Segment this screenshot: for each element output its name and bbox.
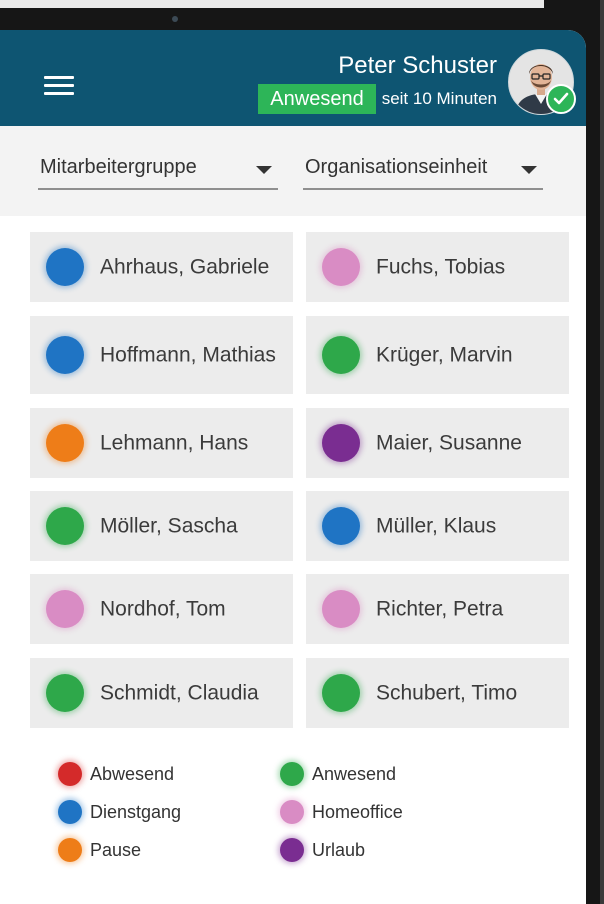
- employee-card[interactable]: Schmidt, Claudia: [30, 658, 293, 728]
- legend-item: Urlaub: [280, 837, 365, 863]
- employee-name: Schubert, Timo: [376, 681, 518, 705]
- employee-card[interactable]: Richter, Petra: [306, 574, 569, 644]
- legend-label: Dienstgang: [90, 801, 182, 822]
- legend-label: Anwesend: [312, 763, 397, 784]
- org-unit-label: Organisationseinheit: [305, 156, 488, 178]
- employee-name: Maier, Susanne: [376, 431, 522, 455]
- legend-dot: [58, 838, 82, 862]
- employee-card[interactable]: Schubert, Timo: [306, 658, 569, 728]
- legend-dot: [280, 838, 304, 862]
- employee-card[interactable]: Ahrhaus, Gabriele: [30, 232, 293, 302]
- legend-dot: [58, 800, 82, 824]
- status-dot: [46, 336, 84, 374]
- employee-name: Hoffmann, Mathias: [100, 343, 276, 367]
- status-dot: [46, 590, 84, 628]
- legend-item: Pause: [58, 837, 141, 863]
- employee-card[interactable]: Krüger, Marvin: [306, 316, 569, 394]
- app-screen: Peter Schuster Anwesend seit 10 Minuten: [0, 30, 586, 904]
- employee-name: Schmidt, Claudia: [100, 681, 259, 705]
- legend-item: Abwesend: [58, 761, 174, 787]
- employee-card[interactable]: Fuchs, Tobias: [306, 232, 569, 302]
- legend-dot: [280, 762, 304, 786]
- employee-card[interactable]: Nordhof, Tom: [30, 574, 293, 644]
- employee-name: Nordhof, Tom: [100, 597, 226, 621]
- legend-label: Abwesend: [90, 763, 175, 784]
- employee-card[interactable]: Hoffmann, Mathias: [30, 316, 293, 394]
- legend-dot: [280, 800, 304, 824]
- employee-name: Fuchs, Tobias: [376, 255, 506, 279]
- filter-bar: Mitarbeitergruppe Organisationseinheit: [0, 126, 586, 216]
- status-dot: [322, 424, 360, 462]
- employee-card[interactable]: Maier, Susanne: [306, 408, 569, 478]
- legend-item: Dienstgang: [58, 799, 181, 825]
- user-status: Anwesend seit 10 Minuten: [258, 84, 497, 114]
- device-bezel-side: [586, 0, 604, 904]
- status-dot: [46, 424, 84, 462]
- employee-card[interactable]: Lehmann, Hans: [30, 408, 293, 478]
- legend-label: Homeoffice: [312, 801, 403, 822]
- employee-name: Ahrhaus, Gabriele: [100, 255, 270, 279]
- app-header: Peter Schuster Anwesend seit 10 Minuten: [0, 30, 586, 126]
- employee-name: Müller, Klaus: [376, 514, 497, 538]
- status-dot: [322, 336, 360, 374]
- employee-group-dropdown[interactable]: Mitarbeitergruppe: [38, 152, 278, 190]
- camera-icon: [172, 16, 178, 22]
- employee-card[interactable]: Müller, Klaus: [306, 491, 569, 561]
- legend-item: Homeoffice: [280, 799, 403, 825]
- caret-down-icon: [256, 166, 272, 174]
- status-badge: Anwesend: [258, 84, 376, 114]
- employee-name: Richter, Petra: [376, 597, 504, 621]
- status-dot: [322, 674, 360, 712]
- caret-down-icon: [521, 166, 537, 174]
- status-duration: seit 10 Minuten: [381, 89, 497, 108]
- status-dot: [322, 248, 360, 286]
- status-dot: [46, 507, 84, 545]
- legend-label: Pause: [90, 839, 142, 860]
- employee-group-label: Mitarbeitergruppe: [40, 156, 197, 178]
- status-dot: [322, 590, 360, 628]
- employee-name: Lehmann, Hans: [100, 431, 249, 455]
- employee-grid: Ahrhaus, Gabriele Fuchs, Tobias Hoffmann…: [0, 216, 586, 736]
- status-dot: [46, 248, 84, 286]
- legend-item: Anwesend: [280, 761, 396, 787]
- check-icon: [546, 84, 576, 114]
- hamburger-menu-icon[interactable]: [44, 76, 76, 98]
- employee-name: Möller, Sascha: [100, 514, 238, 538]
- device-bezel-top: [0, 0, 604, 50]
- user-name: Peter Schuster: [338, 52, 497, 79]
- status-dot: [322, 507, 360, 545]
- employee-card[interactable]: Möller, Sascha: [30, 491, 293, 561]
- org-unit-dropdown[interactable]: Organisationseinheit: [303, 152, 543, 190]
- employee-name: Krüger, Marvin: [376, 343, 513, 367]
- legend-dot: [58, 762, 82, 786]
- legend-label: Urlaub: [312, 839, 366, 860]
- status-dot: [46, 674, 84, 712]
